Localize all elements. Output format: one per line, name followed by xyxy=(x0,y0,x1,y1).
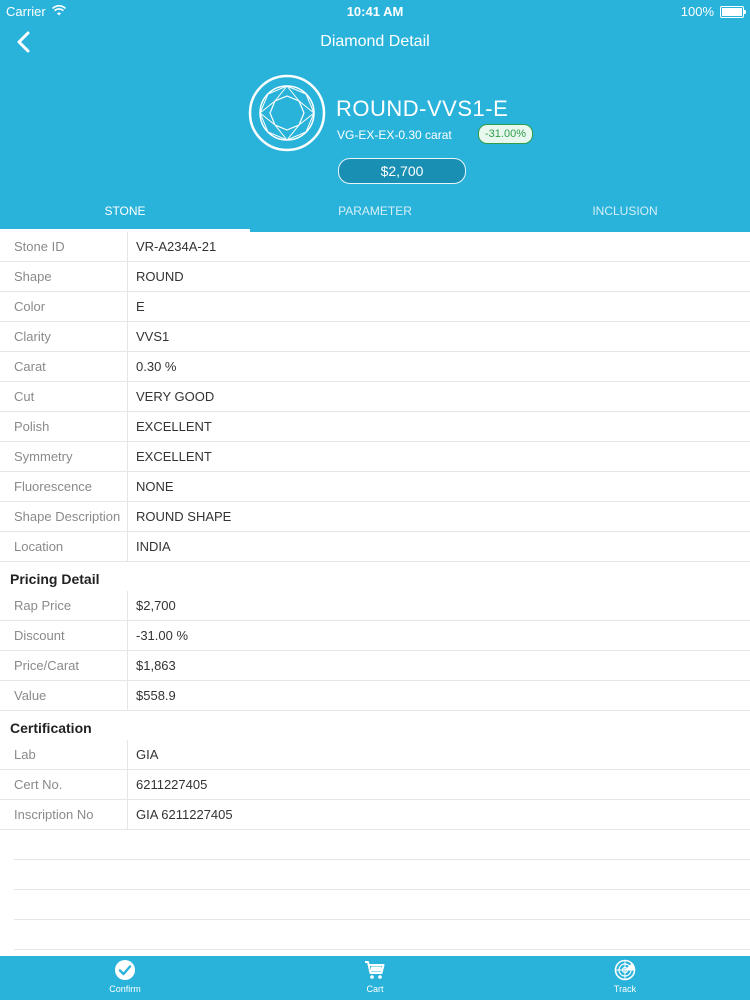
segment-tabs: STONE PARAMETER INCLUSION xyxy=(0,192,750,232)
stone-subtitle: VG-EX-EX-0.30 carat xyxy=(337,128,452,142)
confirm-tab[interactable]: Confirm xyxy=(0,956,250,1000)
battery-percent: 100% xyxy=(680,4,714,19)
row-value: ROUND SHAPE xyxy=(136,509,232,524)
row-value: NONE xyxy=(136,479,174,494)
row-label: Cut xyxy=(14,389,35,404)
row-label: Carat xyxy=(14,359,46,374)
pricing-table: Rap Price $2,700 Discount -31.00 % Price… xyxy=(0,591,750,711)
row-label: Stone ID xyxy=(14,239,65,254)
hero: ROUND-VVS1-E VG-EX-EX-0.30 carat -31.00%… xyxy=(0,62,750,192)
row-label: Shape Description xyxy=(14,509,121,524)
status-bar: Carrier 10:41 AM 100% xyxy=(0,0,750,22)
row-value: $558.9 xyxy=(136,688,176,703)
table-row: Symmetry EXCELLENT xyxy=(0,442,750,472)
row-label: Inscription No xyxy=(14,807,94,822)
track-label: Track xyxy=(613,984,637,994)
stone-title: ROUND-VVS1-E xyxy=(336,96,509,121)
app: Carrier 10:41 AM 100% Diamond Detail ROU… xyxy=(0,0,750,1000)
row-label: Value xyxy=(14,688,47,703)
row-label: Rap Price xyxy=(14,598,72,613)
row-label: Polish xyxy=(14,419,50,434)
row-label: Discount xyxy=(14,628,65,643)
nav-title: Diamond Detail xyxy=(320,33,430,50)
table-row: Rap Price $2,700 xyxy=(0,591,750,621)
battery-icon xyxy=(720,5,746,18)
status-time: 10:41 AM xyxy=(346,4,404,19)
cart-tab[interactable]: Cart xyxy=(250,956,500,1000)
cart-icon xyxy=(250,959,500,981)
table-row: Color E xyxy=(0,292,750,322)
price-button[interactable]: $2,700 xyxy=(338,158,466,184)
certification-table: Lab GIA Cert No. 6211227405 Inscription … xyxy=(0,740,750,830)
row-value: GIA xyxy=(136,747,159,762)
row-value: ROUND xyxy=(136,269,184,284)
row-value: $2,700 xyxy=(136,598,176,613)
row-label: Shape xyxy=(14,269,52,284)
empty-row xyxy=(14,830,750,860)
row-value: INDIA xyxy=(136,539,171,554)
row-label: Fluorescence xyxy=(14,479,93,494)
row-value: -31.00 % xyxy=(136,628,189,643)
table-row: Inscription No GIA 6211227405 xyxy=(0,800,750,830)
table-row: Lab GIA xyxy=(0,740,750,770)
discount-badge: -31.00% xyxy=(478,124,533,144)
row-label: Lab xyxy=(14,747,36,762)
table-row: Location INDIA xyxy=(0,532,750,562)
tab-stone[interactable]: STONE xyxy=(0,192,250,232)
track-tab[interactable]: Track xyxy=(500,956,750,1000)
radar-icon xyxy=(500,959,750,981)
table-row: Carat 0.30 % xyxy=(0,352,750,382)
row-value: VVS1 xyxy=(136,329,170,344)
row-label: Price/Carat xyxy=(14,658,80,673)
row-value: E xyxy=(136,299,145,314)
row-value: VR-A234A-21 xyxy=(136,239,217,254)
row-value: EXCELLENT xyxy=(136,449,212,464)
table-row: Stone ID VR-A234A-21 xyxy=(0,232,750,262)
row-value: 0.30 % xyxy=(136,359,177,374)
table-row: Price/Carat $1,863 xyxy=(0,651,750,681)
row-label: Clarity xyxy=(14,329,51,344)
header: Carrier 10:41 AM 100% Diamond Detail ROU… xyxy=(0,0,750,232)
empty-row xyxy=(14,920,750,950)
row-label: Symmetry xyxy=(14,449,73,464)
row-value: EXCELLENT xyxy=(136,419,212,434)
certification-section-title: Certification xyxy=(10,720,92,736)
table-row: Fluorescence NONE xyxy=(0,472,750,502)
cart-label: Cart xyxy=(366,984,384,994)
row-label: Color xyxy=(14,299,46,314)
table-row: Discount -31.00 % xyxy=(0,621,750,651)
table-row: Cut VERY GOOD xyxy=(0,382,750,412)
tab-inclusion[interactable]: INCLUSION xyxy=(500,192,750,232)
table-row: Clarity VVS1 xyxy=(0,322,750,352)
table-row: Cert No. 6211227405 xyxy=(0,770,750,800)
table-row: Value $558.9 xyxy=(0,681,750,711)
stone-table: Stone ID VR-A234A-21 Shape ROUND Color E… xyxy=(0,232,750,562)
confirm-label: Confirm xyxy=(109,984,141,994)
detail-content[interactable]: Stone ID VR-A234A-21 Shape ROUND Color E… xyxy=(0,232,750,956)
empty-row xyxy=(14,860,750,890)
row-value: $1,863 xyxy=(136,658,176,673)
status-right: 100% xyxy=(680,4,746,19)
table-row: Shape ROUND xyxy=(0,262,750,292)
row-label: Cert No. xyxy=(14,777,63,792)
tab-parameter[interactable]: PARAMETER xyxy=(250,192,500,232)
row-value: VERY GOOD xyxy=(136,389,215,404)
empty-row xyxy=(14,890,750,920)
nav-bar: Diamond Detail xyxy=(0,22,750,62)
row-value: GIA 6211227405 xyxy=(136,807,233,822)
table-row: Shape Description ROUND SHAPE xyxy=(0,502,750,532)
check-circle-icon xyxy=(0,959,250,981)
table-row: Polish EXCELLENT xyxy=(0,412,750,442)
row-value: 6211227405 xyxy=(136,777,208,792)
pricing-section-title: Pricing Detail xyxy=(10,571,100,587)
bottom-tab-bar: Confirm Cart Track xyxy=(0,956,750,1000)
row-label: Location xyxy=(14,539,64,554)
round-diamond-icon xyxy=(248,74,326,152)
